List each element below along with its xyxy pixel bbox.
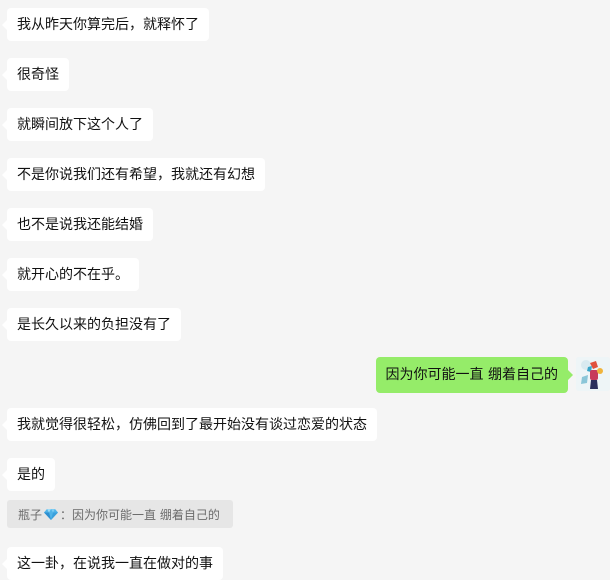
message-text: 就瞬间放下这个人了 bbox=[17, 117, 143, 133]
message-text: 我就觉得很轻松，仿佛回到了最开始没有谈过恋爱的状态 bbox=[17, 417, 367, 433]
quoted-reply[interactable]: 瓶子 ： 因为你可能一直 绷着自己的 bbox=[7, 500, 233, 528]
message-text: 这一卦，在说我一直在做对的事 bbox=[17, 556, 213, 572]
message-text: 不是你说我们还有希望，我就还有幻想 bbox=[17, 167, 255, 183]
message-bubble-incoming[interactable]: 我从昨天你算完后，就释怀了 bbox=[2, 8, 209, 41]
message-bubble-incoming[interactable]: 也不是说我还能结婚 bbox=[2, 208, 153, 241]
message-bubble-incoming[interactable]: 不是你说我们还有希望，我就还有幻想 bbox=[2, 158, 265, 191]
message-bubble-incoming[interactable]: 是长久以来的负担没有了 bbox=[2, 308, 181, 341]
message-bubble-incoming[interactable]: 很奇怪 bbox=[2, 58, 69, 91]
message-text: 我从昨天你算完后，就释怀了 bbox=[17, 17, 199, 33]
chat-message-area[interactable]: 我从昨天你算完后，就释怀了 很奇怪 就瞬间放下这个人了 不是你说我们还有希望，我… bbox=[0, 0, 610, 580]
message-bubble-incoming[interactable]: 是的 bbox=[2, 458, 55, 491]
message-text: 就开心的不在乎。 bbox=[17, 267, 129, 283]
message-text: 因为你可能一直 绷着自己的 bbox=[385, 367, 558, 383]
message-text: 是的 bbox=[17, 467, 45, 483]
avatar-image-icon bbox=[576, 357, 610, 391]
quote-text: 因为你可能一直 绷着自己的 bbox=[72, 507, 220, 522]
message-text: 很奇怪 bbox=[17, 67, 59, 83]
gem-stone-icon bbox=[44, 509, 59, 520]
message-bubble-incoming[interactable]: 我就觉得很轻松，仿佛回到了最开始没有谈过恋爱的状态 bbox=[2, 408, 377, 441]
message-bubble-outgoing[interactable]: 因为你可能一直 绷着自己的 bbox=[375, 357, 574, 393]
message-bubble-incoming[interactable]: 这一卦，在说我一直在做对的事 bbox=[2, 547, 223, 580]
quote-separator: ： bbox=[60, 507, 73, 522]
message-bubble-incoming[interactable]: 就瞬间放下这个人了 bbox=[2, 108, 153, 141]
sender-avatar[interactable] bbox=[576, 357, 610, 391]
message-bubble-incoming[interactable]: 就开心的不在乎。 bbox=[2, 258, 139, 291]
message-text: 也不是说我还能结婚 bbox=[17, 217, 143, 233]
quote-sender: 瓶子 bbox=[18, 507, 43, 522]
message-text: 是长久以来的负担没有了 bbox=[17, 317, 171, 333]
